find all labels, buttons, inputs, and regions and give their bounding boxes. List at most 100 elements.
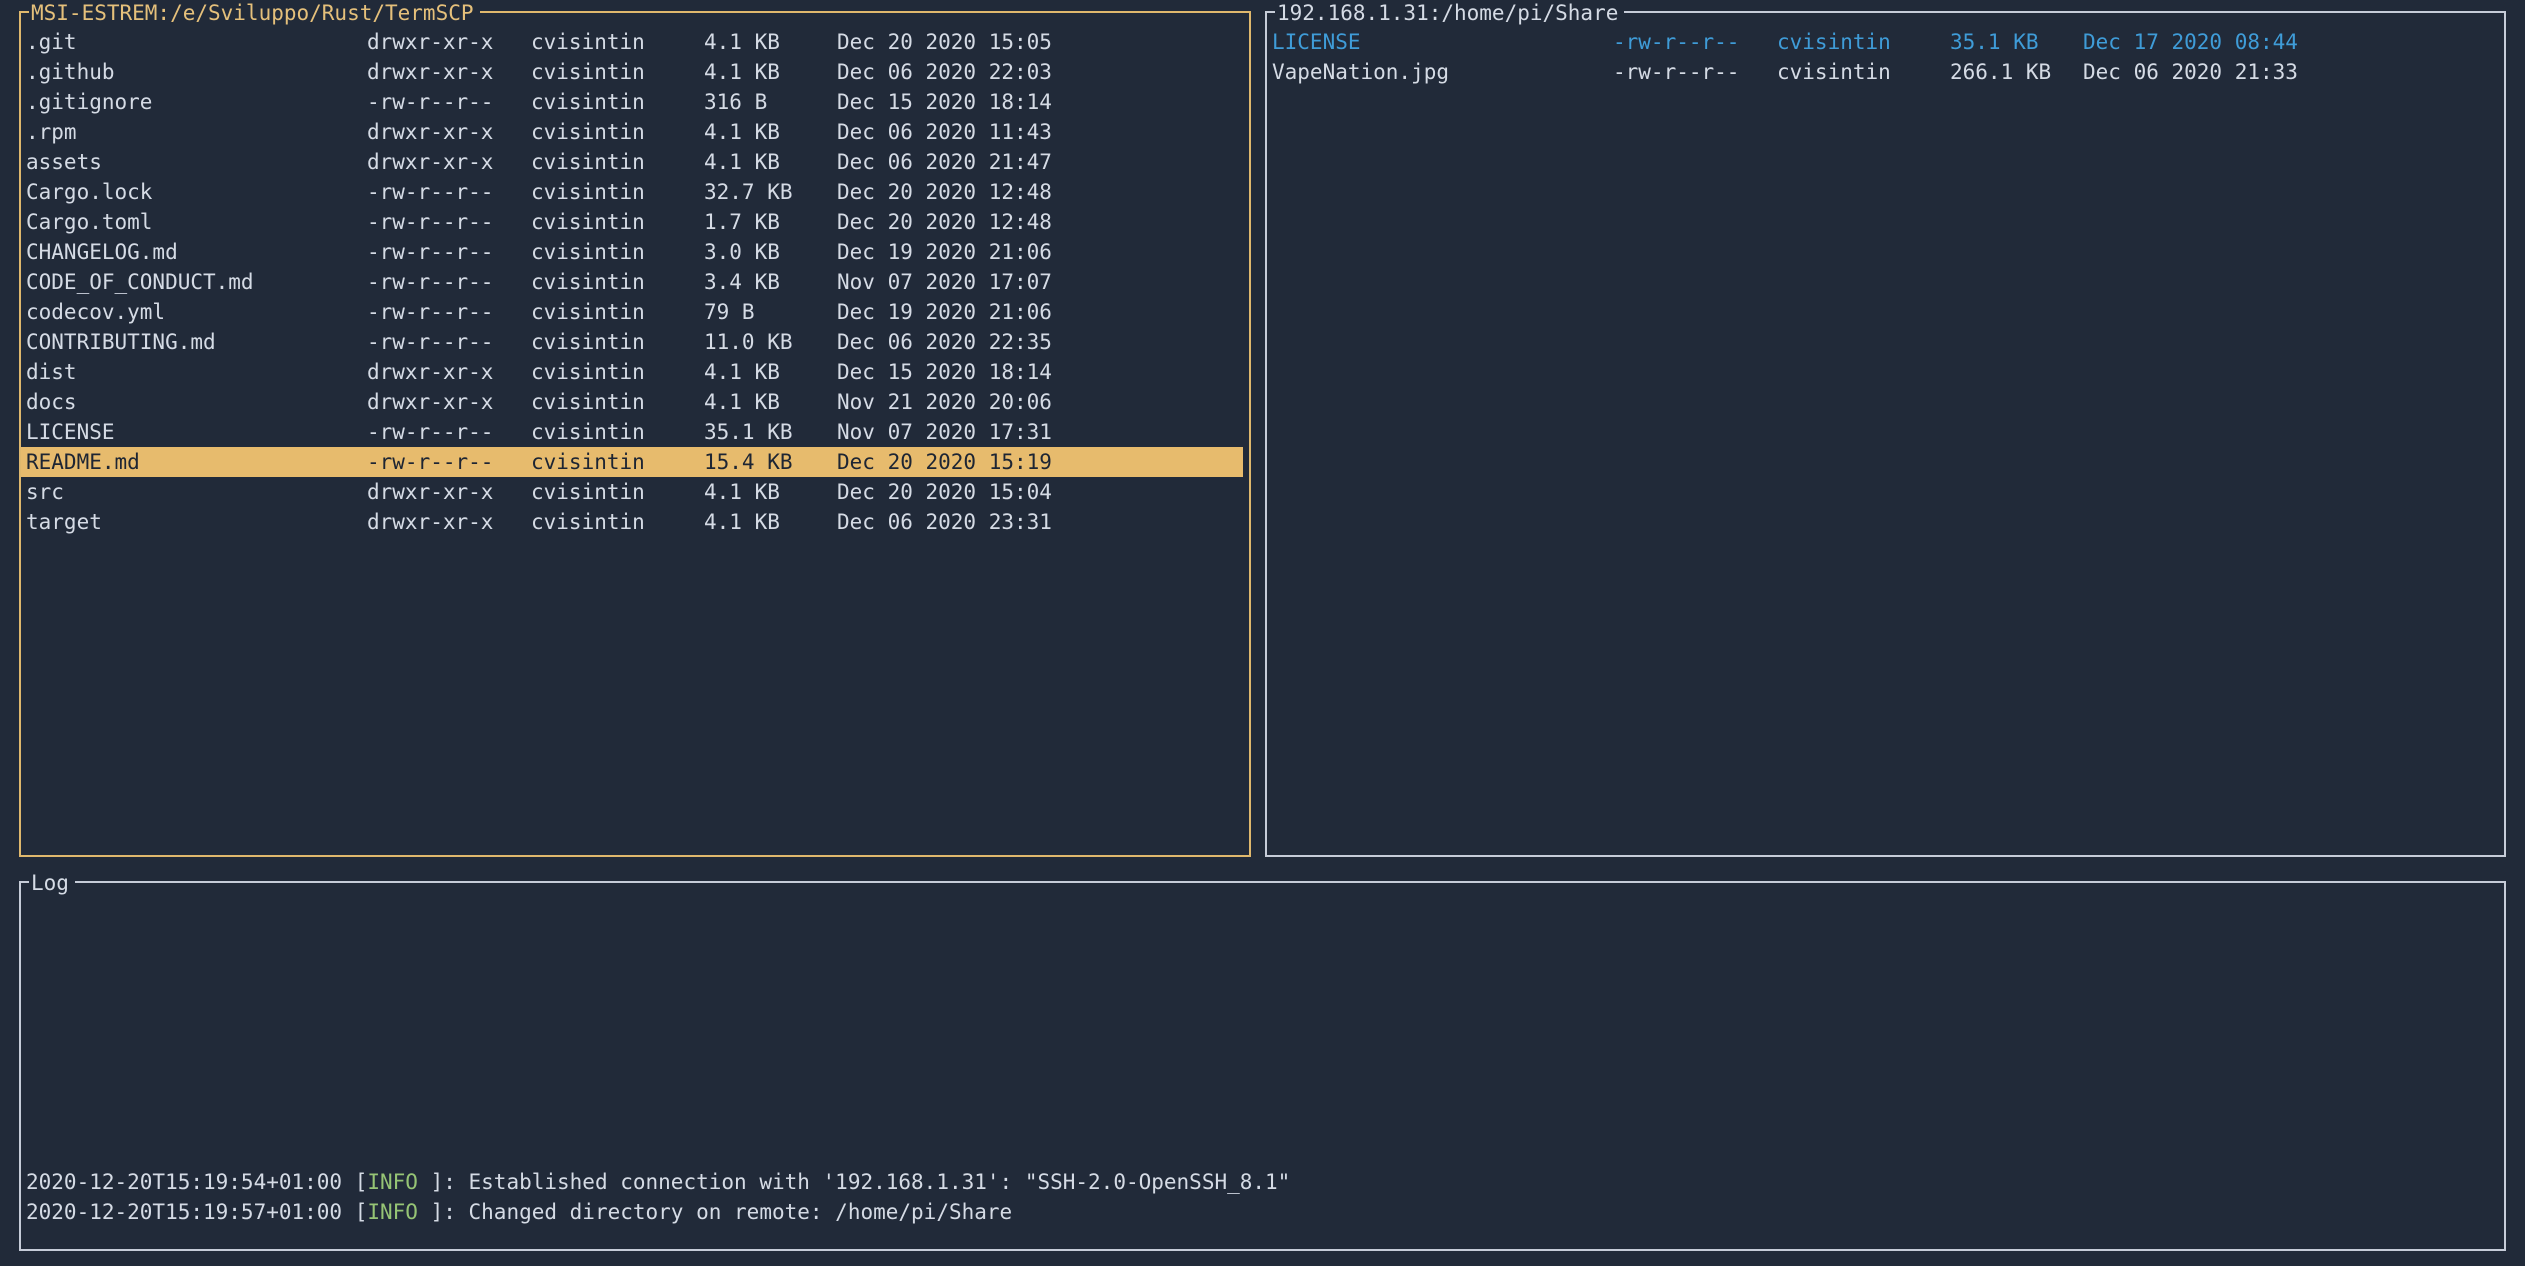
file-row[interactable]: LICENSE -rw-r--r-- cvisintin 35.1 KB Dec…	[1267, 27, 2498, 57]
file-owner: cvisintin	[1777, 27, 1950, 57]
file-name: .gitignore	[21, 87, 367, 117]
file-date: Dec 17 2020 08:44	[2083, 27, 2498, 57]
file-name: LICENSE	[1267, 27, 1613, 57]
file-owner: cvisintin	[531, 87, 704, 117]
file-name: CODE_OF_CONDUCT.md	[21, 267, 367, 297]
file-date: Dec 20 2020 12:48	[837, 177, 1243, 207]
file-date: Dec 20 2020 15:19	[837, 447, 1243, 477]
file-owner: cvisintin	[531, 297, 704, 327]
file-size: 32.7 KB	[704, 177, 837, 207]
file-permissions: -rw-r--r--	[367, 207, 531, 237]
log-timestamp: 2020-12-20T15:19:57+01:00 [	[26, 1200, 367, 1224]
file-size: 1.7 KB	[704, 207, 837, 237]
file-owner: cvisintin	[531, 207, 704, 237]
file-date: Dec 19 2020 21:06	[837, 237, 1243, 267]
file-name: .github	[21, 57, 367, 87]
file-name: CONTRIBUTING.md	[21, 327, 367, 357]
file-date: Nov 07 2020 17:07	[837, 267, 1243, 297]
file-permissions: drwxr-xr-x	[367, 357, 531, 387]
log-entry: 2020-12-20T15:19:57+01:00 [INFO ]: Chang…	[26, 1197, 2495, 1227]
file-permissions: drwxr-xr-x	[367, 27, 531, 57]
file-owner: cvisintin	[531, 267, 704, 297]
file-permissions: -rw-r--r--	[1613, 57, 1777, 87]
file-owner: cvisintin	[531, 327, 704, 357]
file-owner: cvisintin	[531, 237, 704, 267]
file-owner: cvisintin	[531, 357, 704, 387]
file-row[interactable]: src drwxr-xr-x cvisintin 4.1 KB Dec 20 2…	[21, 477, 1243, 507]
file-row[interactable]: assets drwxr-xr-x cvisintin 4.1 KB Dec 0…	[21, 147, 1243, 177]
file-row[interactable]: CONTRIBUTING.md -rw-r--r-- cvisintin 11.…	[21, 327, 1243, 357]
file-row[interactable]: docs drwxr-xr-x cvisintin 4.1 KB Nov 21 …	[21, 387, 1243, 417]
file-permissions: drwxr-xr-x	[367, 57, 531, 87]
file-size: 79 B	[704, 297, 837, 327]
file-date: Dec 20 2020 15:05	[837, 27, 1243, 57]
file-size: 3.0 KB	[704, 237, 837, 267]
file-name: Cargo.toml	[21, 207, 367, 237]
file-row[interactable]: .gitignore -rw-r--r-- cvisintin 316 B De…	[21, 87, 1243, 117]
file-permissions: -rw-r--r--	[367, 297, 531, 327]
file-name: assets	[21, 147, 367, 177]
file-owner: cvisintin	[531, 387, 704, 417]
file-row[interactable]: target drwxr-xr-x cvisintin 4.1 KB Dec 0…	[21, 507, 1243, 537]
file-size: 4.1 KB	[704, 507, 837, 537]
file-date: Dec 06 2020 11:43	[837, 117, 1243, 147]
file-row[interactable]: .github drwxr-xr-x cvisintin 4.1 KB Dec …	[21, 57, 1243, 87]
file-date: Nov 07 2020 17:31	[837, 417, 1243, 447]
local-explorer-panel[interactable]: MSI-ESTREM:/e/Sviluppo/Rust/TermSCP .git…	[19, 11, 1251, 857]
file-row[interactable]: dist drwxr-xr-x cvisintin 4.1 KB Dec 15 …	[21, 357, 1243, 387]
log-entry: 2020-12-20T15:19:54+01:00 [INFO ]: Estab…	[26, 1167, 2495, 1197]
file-permissions: -rw-r--r--	[367, 447, 531, 477]
file-size: 4.1 KB	[704, 387, 837, 417]
file-permissions: drwxr-xr-x	[367, 117, 531, 147]
file-owner: cvisintin	[531, 57, 704, 87]
file-name: Cargo.lock	[21, 177, 367, 207]
file-owner: cvisintin	[531, 177, 704, 207]
log-message: ]: Changed directory on remote: /home/pi…	[431, 1200, 1013, 1224]
file-name: .rpm	[21, 117, 367, 147]
file-date: Dec 06 2020 22:03	[837, 57, 1243, 87]
file-row[interactable]: VapeNation.jpg -rw-r--r-- cvisintin 266.…	[1267, 57, 2498, 87]
file-row[interactable]: README.md -rw-r--r-- cvisintin 15.4 KB D…	[21, 447, 1243, 477]
file-size: 4.1 KB	[704, 147, 837, 177]
file-permissions: drwxr-xr-x	[367, 147, 531, 177]
file-row[interactable]: .git drwxr-xr-x cvisintin 4.1 KB Dec 20 …	[21, 27, 1243, 57]
file-size: 15.4 KB	[704, 447, 837, 477]
log-level: INFO	[367, 1200, 430, 1224]
file-name: codecov.yml	[21, 297, 367, 327]
file-owner: cvisintin	[531, 477, 704, 507]
file-row[interactable]: LICENSE -rw-r--r-- cvisintin 35.1 KB Nov…	[21, 417, 1243, 447]
file-owner: cvisintin	[531, 417, 704, 447]
file-permissions: drwxr-xr-x	[367, 477, 531, 507]
file-size: 4.1 KB	[704, 117, 837, 147]
local-file-list: .git drwxr-xr-x cvisintin 4.1 KB Dec 20 …	[21, 13, 1249, 537]
file-row[interactable]: Cargo.lock -rw-r--r-- cvisintin 32.7 KB …	[21, 177, 1243, 207]
log-message: ]: Established connection with '192.168.…	[431, 1170, 1291, 1194]
file-name: README.md	[21, 447, 367, 477]
file-permissions: -rw-r--r--	[367, 87, 531, 117]
log-list: 2020-12-20T15:19:54+01:00 [INFO ]: Estab…	[21, 883, 2504, 1249]
file-owner: cvisintin	[531, 507, 704, 537]
file-name: LICENSE	[21, 417, 367, 447]
file-row[interactable]: CHANGELOG.md -rw-r--r-- cvisintin 3.0 KB…	[21, 237, 1243, 267]
file-date: Dec 06 2020 22:35	[837, 327, 1243, 357]
log-timestamp: 2020-12-20T15:19:54+01:00 [	[26, 1170, 367, 1194]
file-date: Dec 06 2020 21:47	[837, 147, 1243, 177]
remote-explorer-panel[interactable]: 192.168.1.31:/home/pi/Share LICENSE -rw-…	[1265, 11, 2506, 857]
file-name: docs	[21, 387, 367, 417]
file-row[interactable]: codecov.yml -rw-r--r-- cvisintin 79 B De…	[21, 297, 1243, 327]
file-size: 316 B	[704, 87, 837, 117]
file-permissions: -rw-r--r--	[1613, 27, 1777, 57]
file-size: 4.1 KB	[704, 477, 837, 507]
file-size: 4.1 KB	[704, 357, 837, 387]
termscp-app: MSI-ESTREM:/e/Sviluppo/Rust/TermSCP .git…	[0, 0, 2525, 1266]
file-name: VapeNation.jpg	[1267, 57, 1613, 87]
file-permissions: -rw-r--r--	[367, 267, 531, 297]
file-row[interactable]: .rpm drwxr-xr-x cvisintin 4.1 KB Dec 06 …	[21, 117, 1243, 147]
file-size: 266.1 KB	[1950, 57, 2083, 87]
file-date: Dec 20 2020 15:04	[837, 477, 1243, 507]
file-row[interactable]: CODE_OF_CONDUCT.md -rw-r--r-- cvisintin …	[21, 267, 1243, 297]
file-name: CHANGELOG.md	[21, 237, 367, 267]
file-row[interactable]: Cargo.toml -rw-r--r-- cvisintin 1.7 KB D…	[21, 207, 1243, 237]
file-size: 11.0 KB	[704, 327, 837, 357]
file-date: Dec 15 2020 18:14	[837, 357, 1243, 387]
